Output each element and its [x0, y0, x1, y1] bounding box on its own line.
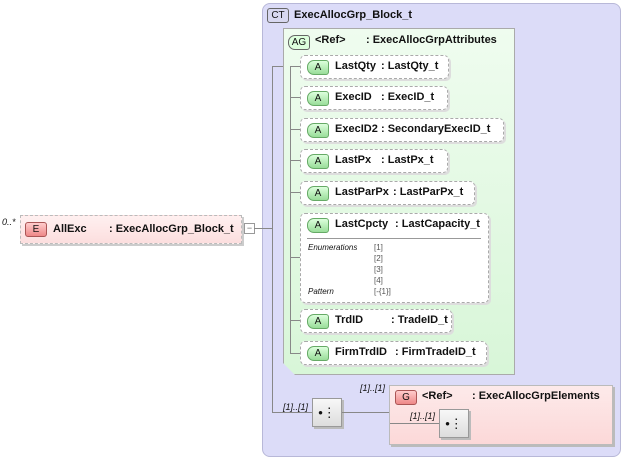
- group-cardinality: [1]..[1]: [360, 383, 386, 393]
- element-badge: E: [25, 222, 47, 237]
- attribute-badge: A: [307, 218, 329, 233]
- attribute-name: FirmTrdID: [335, 346, 387, 358]
- attribute-name: LastPx: [335, 154, 372, 166]
- attribute-badge: A: [307, 123, 329, 138]
- connector: [272, 66, 283, 67]
- attribute-type: : ExecID_t: [381, 91, 435, 103]
- attribute-name: ExecID2: [335, 123, 378, 135]
- inner-sequence-cardinality: [1]..[1]: [410, 411, 436, 421]
- ag-badge: AG: [288, 35, 310, 50]
- element-type: : ExecAllocGrp_Block_t: [109, 223, 234, 235]
- attribute-name: ExecID: [335, 91, 372, 103]
- pattern-value: [-{1}]: [374, 287, 391, 296]
- sequence-icon: •⋮: [318, 405, 336, 420]
- enum-value: [3]: [374, 265, 383, 274]
- connector: [290, 353, 300, 354]
- connector: [342, 412, 390, 413]
- attribute-type: : LastParPx_t: [393, 186, 464, 198]
- connector: [254, 228, 272, 229]
- attribute-badge: A: [307, 314, 329, 329]
- group-type: : ExecAllocGrpElements: [472, 390, 600, 402]
- connector: [290, 257, 300, 258]
- connector: [272, 66, 273, 412]
- connector: [290, 66, 300, 67]
- ct-badge: CT: [267, 8, 289, 23]
- attribute-badge: A: [307, 60, 329, 75]
- attribute-badge: A: [307, 186, 329, 201]
- attribute-type: : TradeID_t: [391, 314, 448, 326]
- attribute-execid[interactable]: A ExecID : ExecID_t: [300, 86, 448, 110]
- attribute-name: LastQty: [335, 60, 376, 72]
- enumerations-label: Enumerations: [308, 243, 358, 252]
- pattern-label: Pattern: [308, 287, 334, 296]
- attribute-lastparpx[interactable]: A LastParPx : LastParPx_t: [300, 181, 475, 205]
- sequence-cardinality: [1]..[1]: [283, 402, 309, 412]
- element-cardinality: 0..*: [2, 217, 16, 227]
- connector: [272, 412, 312, 413]
- enum-value: [4]: [374, 276, 383, 285]
- attribute-type: : LastCapacity_t: [395, 218, 480, 230]
- attribute-badge: A: [307, 91, 329, 106]
- divider: [307, 238, 481, 239]
- ag-type: : ExecAllocGrpAttributes: [366, 34, 497, 46]
- complex-type-name: ExecAllocGrp_Block_t: [294, 9, 412, 21]
- attribute-name: LastParPx: [335, 186, 389, 198]
- group-badge: G: [395, 390, 417, 405]
- attribute-lastpx[interactable]: A LastPx : LastPx_t: [300, 149, 448, 173]
- connector: [290, 192, 300, 193]
- attribute-trdid[interactable]: A TrdID : TradeID_t: [300, 309, 452, 333]
- attribute-type: : LastPx_t: [381, 154, 434, 166]
- element-allexc[interactable]: E AllExc : ExecAllocGrp_Block_t: [20, 215, 242, 244]
- group-box[interactable]: G <Ref> : ExecAllocGrpElements [1]..[1] …: [389, 385, 613, 445]
- ag-name: <Ref>: [315, 34, 346, 46]
- attribute-lastqty[interactable]: A LastQty : LastQty_t: [300, 55, 449, 79]
- connector: [390, 423, 439, 424]
- attribute-badge: A: [307, 154, 329, 169]
- connector: [290, 160, 300, 161]
- enum-value: [2]: [374, 254, 383, 263]
- connector: [290, 97, 300, 98]
- enum-value: [1]: [374, 243, 383, 252]
- group-name: <Ref>: [422, 390, 453, 402]
- inner-sequence-compositor[interactable]: •⋮: [439, 409, 469, 438]
- connector: [290, 320, 300, 321]
- element-name: AllExc: [53, 223, 87, 235]
- attribute-type: : LastQty_t: [381, 60, 439, 72]
- sequence-icon: •⋮: [445, 416, 463, 431]
- sequence-compositor[interactable]: •⋮: [312, 398, 342, 427]
- attribute-type: : FirmTradeID_t: [395, 346, 476, 358]
- attribute-execid2[interactable]: A ExecID2: SecondaryExecID_t: [300, 118, 504, 142]
- attribute-name: TrdID: [335, 314, 364, 326]
- attribute-firmtrdid[interactable]: A FirmTrdID : FirmTradeID_t: [300, 341, 487, 365]
- attribute-type: : SecondaryExecID_t: [381, 123, 491, 135]
- connector: [290, 129, 300, 130]
- connector: [290, 66, 291, 354]
- attribute-badge: A: [307, 346, 329, 361]
- attribute-lastcpcty[interactable]: A LastCpcty: LastCapacity_t Enumerations …: [300, 213, 489, 303]
- attribute-name: LastCpcty: [335, 218, 389, 230]
